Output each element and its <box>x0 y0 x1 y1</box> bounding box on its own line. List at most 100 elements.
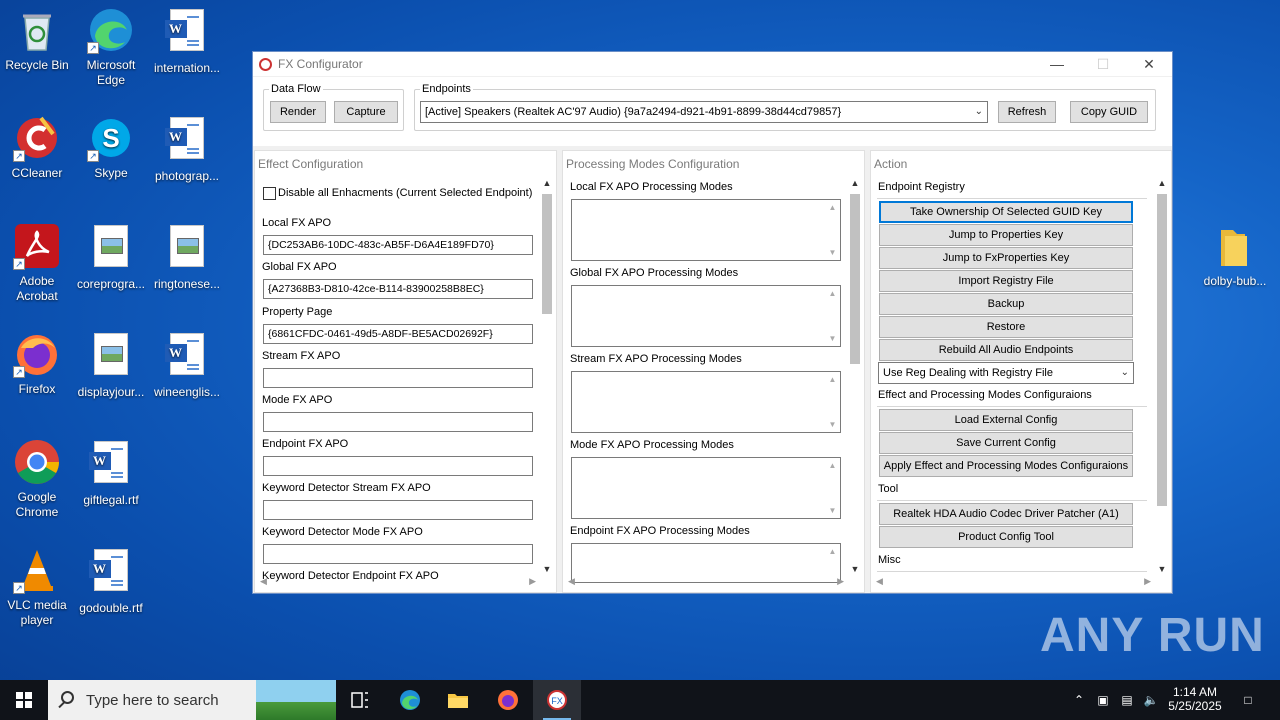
taskbar-file-explorer[interactable] <box>434 680 482 720</box>
reg-mode-select[interactable]: Use Reg Dealing with Registry File ⌄ <box>878 362 1134 384</box>
recycle-bin-icon <box>13 6 61 54</box>
desktop-icon-ccleaner[interactable]: ↗ CCleaner <box>0 114 74 181</box>
desktop-icon-photograp[interactable]: W photograp... <box>150 114 224 184</box>
desktop-icon-dolby-bub[interactable]: dolby-bub... <box>1198 222 1272 289</box>
keyword-stream-fx-apo-field[interactable] <box>263 500 533 520</box>
scroll-down-icon[interactable]: ▼ <box>1155 564 1169 574</box>
desktop-icon-godouble[interactable]: W godouble.rtf <box>74 546 148 616</box>
refresh-button[interactable]: Refresh <box>998 101 1056 123</box>
product-config-tool-button[interactable]: Product Config Tool <box>879 526 1133 548</box>
close-button[interactable]: ✕ <box>1126 52 1172 76</box>
show-hidden-icons-button[interactable]: ⌃ <box>1068 680 1090 720</box>
local-fx-apo-label: Local FX APO <box>262 217 332 229</box>
mode-fx-apo-field[interactable] <box>263 412 533 432</box>
global-modes-list[interactable]: ▲ ▼ <box>571 285 841 347</box>
scroll-left-icon[interactable]: ◀ <box>260 576 267 587</box>
desktop-icon-vlc[interactable]: ↗ VLC media player <box>0 546 74 628</box>
taskbar-edge[interactable] <box>386 680 434 720</box>
property-page-field[interactable]: {6861CFDC-0461-49d5-A8DF-BE5ACD02692F} <box>263 324 533 344</box>
local-fx-apo-field[interactable]: {DC253AB6-10DC-483c-AB5F-D6A4E189FD70} <box>263 235 533 255</box>
scroll-thumb[interactable] <box>1157 194 1167 506</box>
rebuild-audio-endpoints-button[interactable]: Rebuild All Audio Endpoints <box>879 339 1133 361</box>
clock[interactable]: 1:14 AM 5/25/2025 <box>1164 680 1226 720</box>
desktop-icon-recycle-bin[interactable]: Recycle Bin <box>0 6 74 73</box>
local-modes-list[interactable]: ▲ ▼ <box>571 199 841 261</box>
desktop-icon-label: displayjour... <box>77 385 145 399</box>
desktop-icon-microsoft-edge[interactable]: ↗ Microsoft Edge <box>74 6 148 88</box>
take-ownership-button[interactable]: Take Ownership Of Selected GUID Key <box>879 201 1133 223</box>
section-divider <box>877 500 1147 501</box>
effect-config-hscrollbar[interactable]: ◀ ▶ <box>258 576 538 590</box>
maximize-button[interactable]: ☐ <box>1080 52 1126 76</box>
scroll-right-icon[interactable]: ▶ <box>1144 576 1151 587</box>
action-hscrollbar[interactable]: ◀ ▶ <box>874 576 1153 590</box>
scroll-down-icon[interactable]: ▼ <box>848 564 862 574</box>
keyword-mode-fx-apo-field[interactable] <box>263 544 533 564</box>
copy-guid-button[interactable]: Copy GUID <box>1070 101 1148 123</box>
restore-button[interactable]: Restore <box>879 316 1133 338</box>
render-button[interactable]: Render <box>270 101 326 123</box>
desktop-icon-coreprogra[interactable]: coreprogra... <box>74 222 148 292</box>
desktop-icon-label: Microsoft Edge <box>86 58 136 87</box>
desktop-icon-internation[interactable]: W internation... <box>150 6 224 76</box>
desktop-icon-google-chrome[interactable]: Google Chrome <box>0 438 74 520</box>
folder-icon <box>447 689 469 711</box>
import-registry-file-button[interactable]: Import Registry File <box>879 270 1133 292</box>
taskbar-firefox[interactable] <box>484 680 532 720</box>
backup-button[interactable]: Backup <box>879 293 1133 315</box>
taskbar-fx-configurator[interactable]: FX <box>533 680 581 720</box>
load-external-config-button[interactable]: Load External Config <box>879 409 1133 431</box>
desktop-icon-skype[interactable]: S ↗ Skype <box>74 114 148 181</box>
effect-config-scrollbar[interactable]: ▲ ▼ <box>540 178 554 574</box>
scroll-right-icon[interactable]: ▶ <box>837 576 844 587</box>
start-button[interactable] <box>0 680 48 720</box>
jump-fxproperties-key-button[interactable]: Jump to FxProperties Key <box>879 247 1133 269</box>
realtek-patcher-button[interactable]: Realtek HDA Audio Codec Driver Patcher (… <box>879 503 1133 525</box>
desktop-icon-displayjour[interactable]: displayjour... <box>74 330 148 400</box>
scroll-left-icon[interactable]: ◀ <box>568 576 575 587</box>
desktop-icon-giftlegal[interactable]: W giftlegal.rtf <box>74 438 148 508</box>
save-current-config-button[interactable]: Save Current Config <box>879 432 1133 454</box>
scroll-up-icon[interactable]: ▲ <box>848 178 862 188</box>
effect-configuration-panel: Effect Configuration Disable all Enhacme… <box>254 150 557 593</box>
capture-button[interactable]: Capture <box>334 101 398 123</box>
desktop-icon-firefox[interactable]: ↗ Firefox <box>0 330 74 397</box>
jump-properties-key-button[interactable]: Jump to Properties Key <box>879 224 1133 246</box>
firefox-icon: ↗ <box>13 330 61 378</box>
taskbar-search-box[interactable]: Type here to search <box>48 680 336 720</box>
stream-modes-list[interactable]: ▲ ▼ <box>571 371 841 433</box>
minimize-button[interactable]: — <box>1034 52 1080 76</box>
volume-icon: 🔈 <box>1143 693 1159 707</box>
desktop-icon-ringtonese[interactable]: ringtonese... <box>150 222 224 292</box>
stream-fx-apo-field[interactable] <box>263 368 533 388</box>
endpoint-select[interactable]: [Active] Speakers (Realtek AC'97 Audio) … <box>420 101 988 123</box>
action-panel: Action Endpoint Registry Take Ownership … <box>870 150 1172 593</box>
scroll-up-icon[interactable]: ▲ <box>540 178 554 188</box>
scroll-left-icon[interactable]: ◀ <box>876 576 883 587</box>
notification-center-button[interactable]: □ <box>1234 680 1262 720</box>
vlc-icon: ↗ <box>13 546 61 594</box>
endpoint-fx-apo-field[interactable] <box>263 456 533 476</box>
mode-modes-list[interactable]: ▲ ▼ <box>571 457 841 519</box>
processing-modes-hscrollbar[interactable]: ◀ ▶ <box>566 576 846 590</box>
search-highlight-image <box>256 680 336 720</box>
image-file-icon <box>163 225 211 273</box>
scroll-right-icon[interactable]: ▶ <box>529 576 536 587</box>
apply-config-button[interactable]: Apply Effect and Processing Modes Config… <box>879 455 1133 477</box>
scroll-up-icon[interactable]: ▲ <box>1155 178 1169 188</box>
desktop-icon-adobe-acrobat[interactable]: ↗ Adobe Acrobat <box>0 222 74 304</box>
shortcut-arrow-icon: ↗ <box>13 582 25 594</box>
scroll-thumb[interactable] <box>542 194 552 314</box>
global-fx-apo-field[interactable]: {A27368B3-D810-42ce-B114-83900258B8EC} <box>263 279 533 299</box>
processing-modes-scrollbar[interactable]: ▲ ▼ <box>848 178 862 574</box>
action-scrollbar[interactable]: ▲ ▼ <box>1155 178 1169 574</box>
disable-all-checkbox[interactable] <box>263 187 276 200</box>
scroll-down-icon[interactable]: ▼ <box>540 564 554 574</box>
scroll-thumb[interactable] <box>850 194 860 364</box>
ccleaner-icon: ↗ <box>13 114 61 162</box>
task-view-button[interactable] <box>336 680 384 720</box>
desktop-icon-wineenglis[interactable]: W wineenglis... <box>150 330 224 400</box>
tray-device-icon[interactable]: ▣ <box>1092 680 1114 720</box>
tray-volume-icon[interactable]: 🔈 <box>1140 680 1162 720</box>
tray-network-icon[interactable]: ▤ <box>1116 680 1138 720</box>
